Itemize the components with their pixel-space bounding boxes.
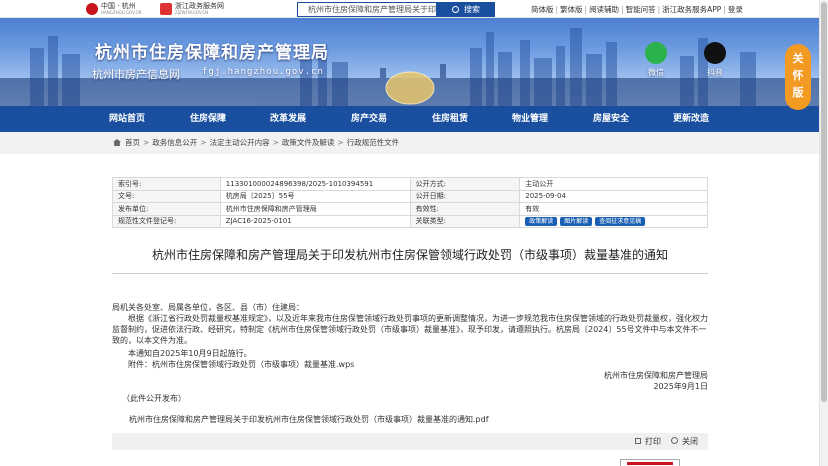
meta-key: 索引号: [112, 177, 221, 191]
policy-interpretation-button[interactable]: 政策解读 [525, 216, 558, 226]
document-title: 杭州市住房保障和房产管理局关于印发杭州市住房保管领域行政处罚（市级事项）裁量基准… [151, 248, 668, 262]
link-simplified[interactable]: 简体版 [531, 5, 554, 14]
signer: 杭州市住房保障和房产管理局 [604, 371, 708, 380]
print-icon [635, 438, 641, 444]
national-emblem-icon [86, 3, 98, 15]
document-metadata-table: 索引号: 113301000024896398/2025-1010394591 … [112, 177, 708, 228]
crumb-home[interactable]: 首页 [125, 138, 140, 147]
nav-property-management[interactable]: 物业管理 [512, 106, 548, 132]
close-button[interactable]: 关闭 [661, 437, 698, 446]
top-links: 简体版 | 繁体版 | 阅读辅助 | 智能问答 | 浙江政务服务APP | 登录 [531, 5, 743, 14]
search-button[interactable]: 搜索 [437, 2, 495, 17]
meta-related-tags: 政策解读 图片解读 查阅征求意见稿 [519, 214, 708, 228]
close-label: 关闭 [682, 437, 698, 446]
site-subtitle: 杭州市房产信息网 [92, 68, 180, 81]
print-button[interactable]: 打印 [635, 437, 661, 446]
publish-note: （此件公开发布） [122, 394, 186, 403]
top-bar: 中国 · 杭州 HANGZHOU.GOV.CN 浙江政务服务网 ZJZWFW.G… [0, 0, 828, 18]
nav-renewal[interactable]: 更新改造 [673, 106, 709, 132]
meta-row-registration: 规范性文件登记号: ZJAC16-2025-0101 关联类型: 政策解读 图片解… [112, 214, 708, 228]
nav-reform[interactable]: 改革发展 [270, 106, 306, 132]
header-banner: 杭州市住房保障和房产管理局 杭州市房产信息网 fgj.hangzhou.gov.… [0, 18, 828, 106]
crumb-normative-docs[interactable]: 行政规范性文件 [347, 138, 400, 147]
link-app[interactable]: 浙江政务服务APP [662, 5, 721, 14]
wechat-icon [645, 42, 667, 64]
nav-housing-security[interactable]: 住房保障 [190, 106, 226, 132]
link-traditional[interactable]: 繁体版 [560, 5, 583, 14]
breadcrumb: 首页 > 政务信息公开 > 法定主动公开内容 > 政策文件及解读 > 行政规范性文件 [0, 132, 828, 154]
salutation: 局机关各处室、局属各单位，各区、县（市）住建局： [112, 303, 304, 312]
link-smart-qa[interactable]: 智能问答 [626, 5, 656, 14]
care-mode-button[interactable]: 关 怀 版 [785, 44, 811, 110]
hangzhou-gov-logo[interactable]: 中国 · 杭州 HANGZHOU.GOV.CN [86, 2, 141, 16]
crumb-info-public[interactable]: 政务信息公开 [152, 138, 197, 147]
main-nav: 网站首页 住房保障 改革发展 房产交易 住房租赁 物业管理 房屋安全 更新改造 [0, 106, 828, 132]
nav-transaction[interactable]: 房产交易 [351, 106, 387, 132]
meta-key: 发布单位: [112, 202, 221, 216]
body-paragraph: 根据《浙江省行政处罚裁量权基准规定》，以及近年来我市住房保管领域行政处罚事项的更… [112, 314, 708, 345]
pdf-download-link[interactable]: 杭州市住房保障和房产管理局关于印发杭州市住房保管领域行政处罚（市级事项）裁量基准… [129, 414, 489, 425]
meta-value: 2025-09-04 [519, 189, 708, 203]
meta-value: 113301000024896398/2025-1010394591 [219, 177, 411, 191]
meta-key: 有效性: [409, 202, 521, 216]
meta-key: 规范性文件登记号: [112, 214, 221, 228]
care-char-3: 版 [792, 86, 804, 99]
meta-value: 杭房局〔2025〕55号 [219, 189, 411, 203]
meta-value: 主动公开 [519, 177, 708, 191]
zjzwfw-logo[interactable]: 浙江政务服务网 ZJZWFW.GOV.CN [160, 2, 224, 16]
wechat-label: 微信 [648, 68, 664, 77]
attachment-link[interactable]: 附件：杭州市住房保管领域行政处罚（市级事项）裁量基准.wps [112, 360, 354, 369]
link-reading-aid[interactable]: 阅读辅助 [589, 5, 619, 14]
logo-zj-text: 浙江政务服务网 [175, 2, 224, 10]
page-scrollbar[interactable] [819, 0, 828, 466]
nav-house-safety[interactable]: 房屋安全 [593, 106, 629, 132]
floating-badge[interactable] [620, 459, 680, 466]
image-interpretation-button[interactable]: 图片解读 [560, 216, 593, 226]
meta-row-index: 索引号: 113301000024896398/2025-1010394591 … [112, 177, 708, 191]
crumb-policy-docs[interactable]: 政策文件及解读 [282, 138, 335, 147]
home-icon [113, 139, 121, 146]
print-label: 打印 [645, 437, 661, 446]
wechat-link[interactable]: 微信 [641, 42, 671, 78]
care-char-2: 怀 [792, 69, 804, 82]
nav-home[interactable]: 网站首页 [109, 106, 145, 132]
logo-cn-sub: HANGZHOU.GOV.CN [101, 10, 142, 15]
logo-cn-text: 中国 · 杭州 [101, 2, 136, 10]
close-icon [671, 437, 678, 444]
meta-value: 杭州市住房保障和房产管理局 [219, 202, 411, 216]
attachment-line: 附件：杭州市住房保管领域行政处罚（市级事项）裁量基准.wps [112, 359, 712, 370]
draft-consultation-button[interactable]: 查阅征求意见稿 [595, 216, 646, 226]
meta-key: 关联类型: [409, 214, 521, 228]
meta-key: 文号: [112, 189, 221, 203]
douyin-label: 抖音 [707, 68, 723, 77]
link-login[interactable]: 登录 [728, 5, 743, 14]
douyin-link[interactable]: 抖音 [700, 42, 730, 78]
site-url: fgj.hangzhou.gov.cn [202, 67, 324, 77]
sign-date: 2025年9月1日 [653, 382, 708, 391]
meta-value: 有效 [519, 202, 708, 216]
title-divider [112, 273, 708, 274]
douyin-icon [704, 42, 726, 64]
search-icon [452, 6, 459, 13]
search-input[interactable]: 杭州市住房保障和房产管理局关于印 [297, 2, 437, 17]
search-button-label: 搜索 [464, 5, 480, 14]
action-bar: 打印 关闭 [112, 433, 708, 450]
care-char-1: 关 [792, 52, 804, 65]
meta-row-docnum: 文号: 杭房局〔2025〕55号 公开日期: 2025-09-04 [112, 189, 708, 203]
zjzwfw-icon [160, 3, 172, 15]
meta-key: 公开日期: [409, 189, 521, 203]
effective-date-line: 本通知自2025年10月9日起施行。 [112, 349, 252, 358]
crumb-statutory[interactable]: 法定主动公开内容 [210, 138, 270, 147]
meta-row-publisher: 发布单位: 杭州市住房保障和房产管理局 有效性: 有效 [112, 202, 708, 216]
nav-rental[interactable]: 住房租赁 [432, 106, 468, 132]
logo-zj-sub: ZJZWFW.GOV.CN [175, 10, 209, 15]
scrollbar-thumb[interactable] [821, 2, 827, 402]
meta-value: ZJAC16-2025-0101 [219, 214, 411, 228]
site-title[interactable]: 杭州市住房保障和房产管理局 [95, 38, 329, 63]
meta-key: 公开方式: [409, 177, 521, 191]
